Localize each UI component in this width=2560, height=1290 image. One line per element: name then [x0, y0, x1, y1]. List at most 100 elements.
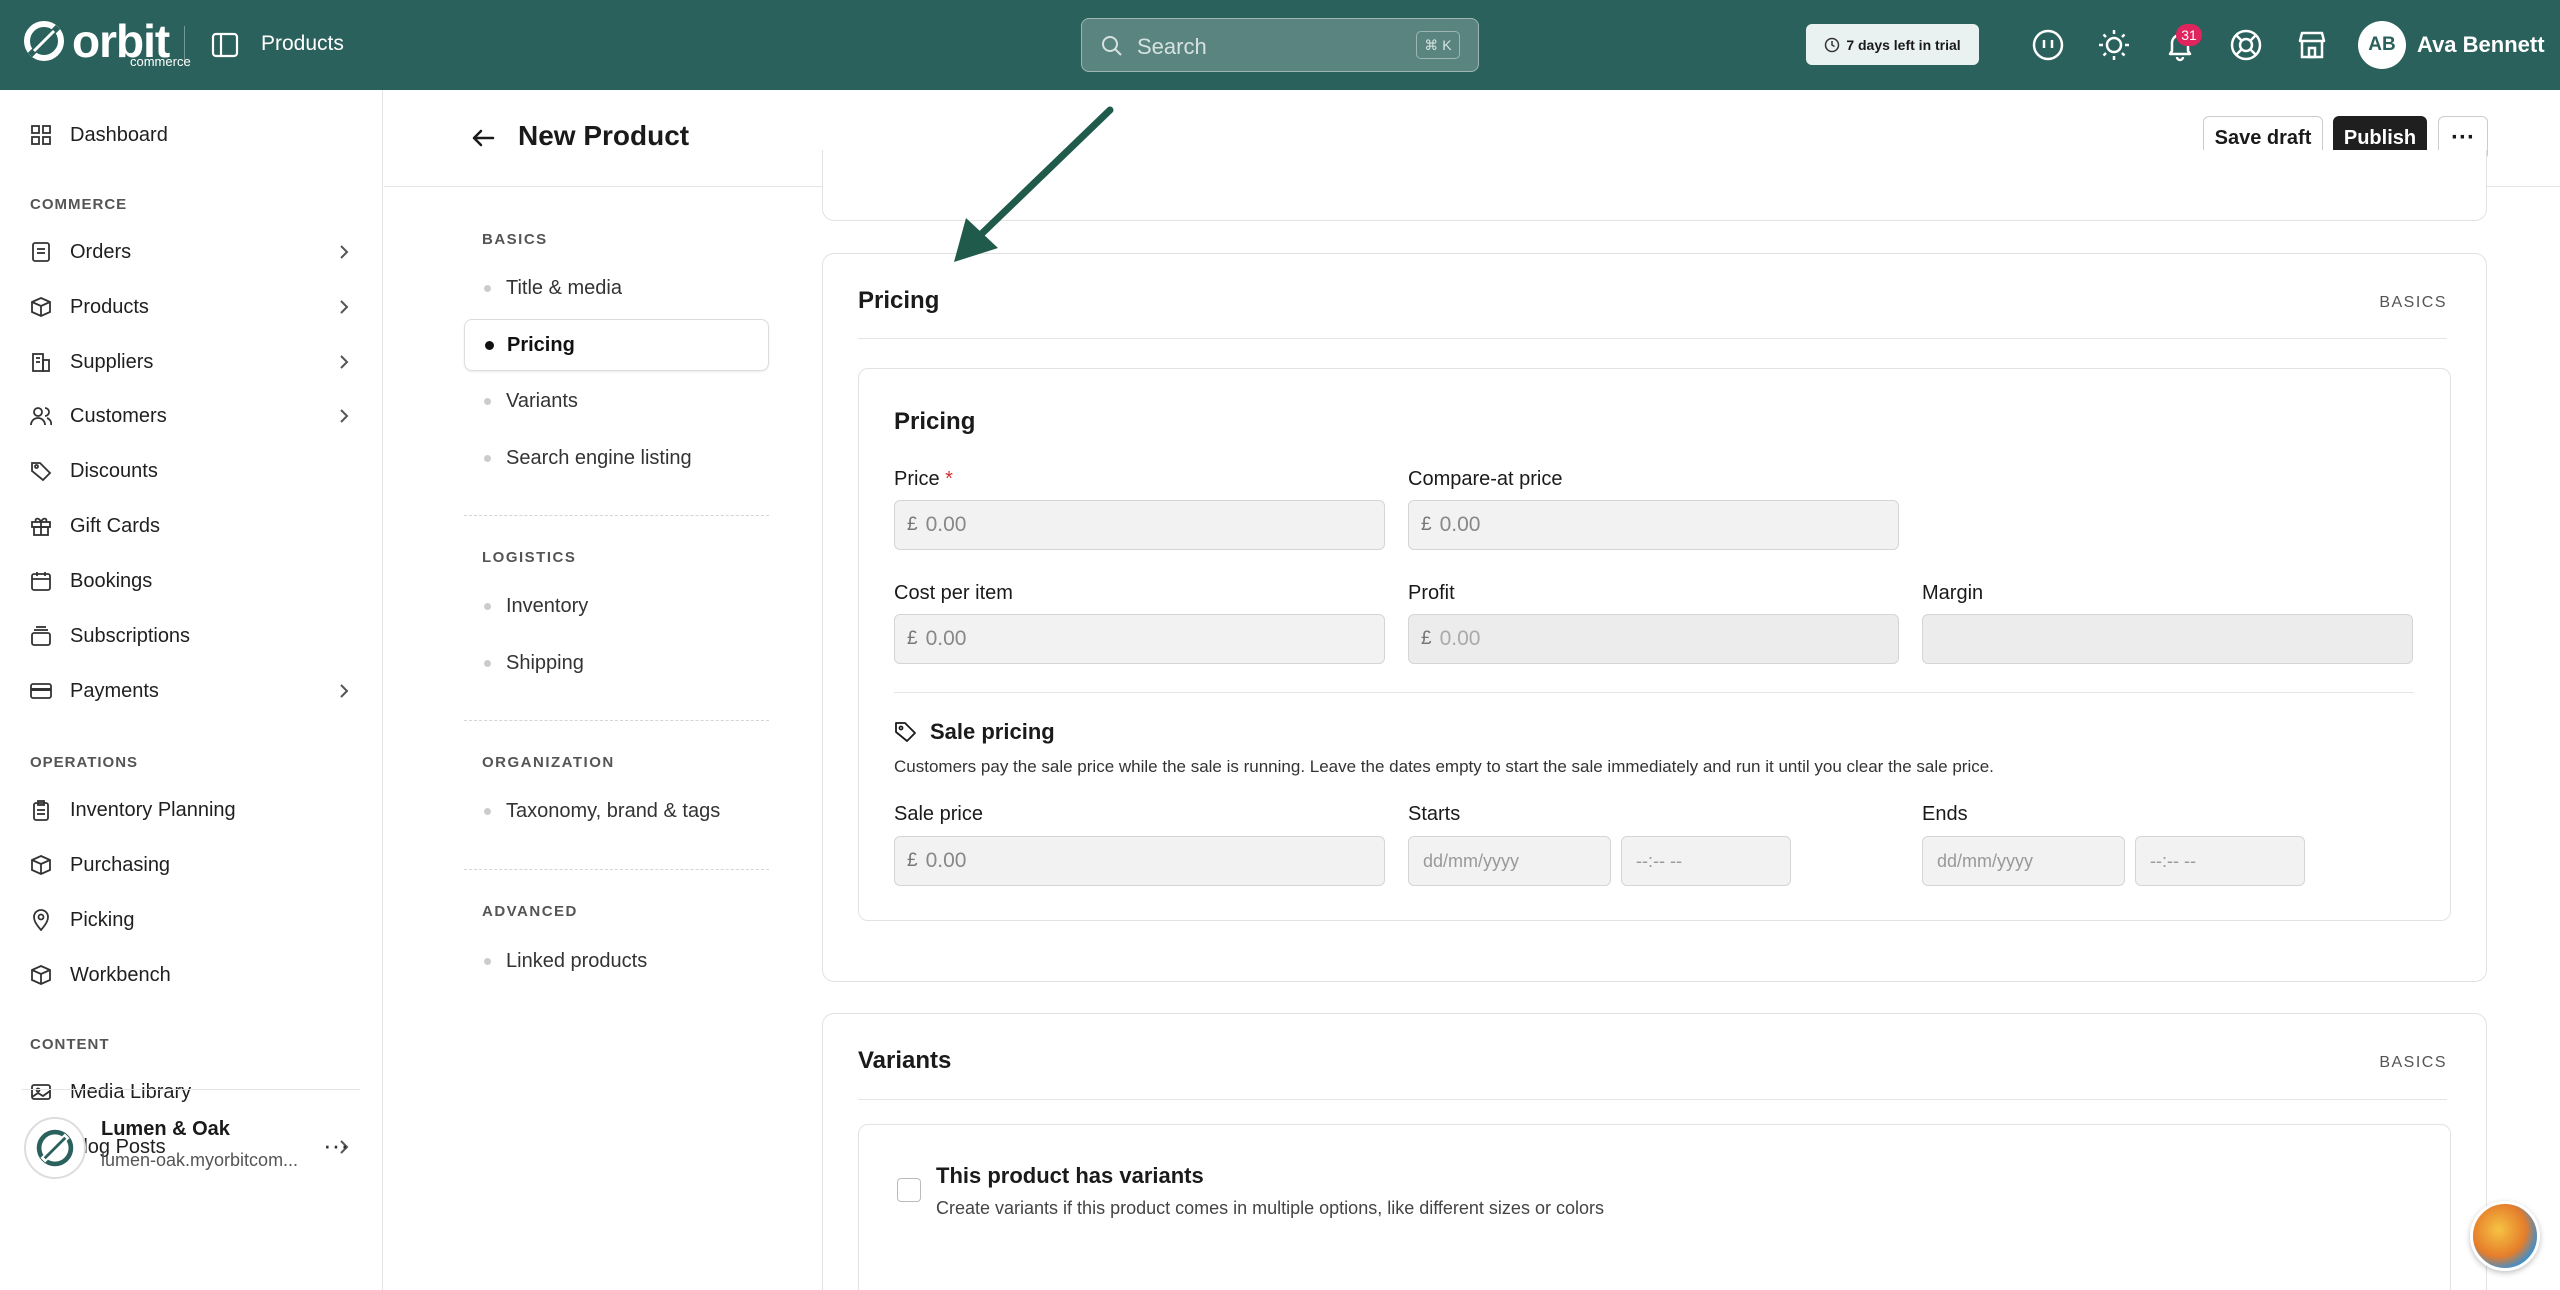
sidebar-item-label: Orders	[70, 240, 132, 263]
floating-assistant-button[interactable]	[2470, 1201, 2540, 1271]
sidebar-item-dashboard[interactable]: Dashboard	[30, 115, 360, 155]
profit-readonly-field: £0.00	[1408, 614, 1899, 664]
sidebar-item-gift-cards[interactable]: Gift Cards	[30, 506, 360, 546]
subnav-item-label: Taxonomy, brand & tags	[506, 799, 721, 822]
subnav-item-taxonomy[interactable]: Taxonomy, brand & tags	[464, 785, 769, 837]
theme-sun-icon[interactable]	[2096, 27, 2132, 63]
sidebar-item-label: Payments	[70, 679, 159, 702]
sidebar-item-customers[interactable]: Customers	[30, 396, 360, 436]
topbar-divider	[184, 26, 185, 64]
subnav-item-label: Linked products	[506, 949, 648, 972]
pricing-card-title: Pricing	[858, 287, 940, 314]
profit-placeholder: 0.00	[1439, 627, 1481, 650]
subnav-item-pricing[interactable]: Pricing	[464, 319, 769, 371]
suppliers-building-icon	[32, 353, 50, 372]
subnav-divider	[464, 720, 769, 721]
subnav-item-linked-products[interactable]: Linked products	[464, 935, 769, 987]
subnav-section-advanced: ADVANCED	[482, 903, 578, 920]
help-lifebuoy-icon[interactable]	[2228, 27, 2264, 63]
has-variants-description: Create variants if this product comes in…	[936, 1198, 1604, 1218]
store-url: lumen-oak.myorbitcom...	[101, 1150, 299, 1170]
sale-start-date-input[interactable]: dd/mm/yyyy	[1408, 836, 1611, 886]
sidebar-toggle-icon[interactable]	[210, 30, 240, 60]
sidebar-item-suppliers[interactable]: Suppliers	[30, 342, 360, 382]
products-box-icon	[31, 297, 51, 317]
profit-label: Profit	[1408, 582, 1455, 604]
sidebar-item-purchasing[interactable]: Purchasing	[30, 845, 360, 885]
sidebar-item-discounts[interactable]: Discounts	[30, 451, 360, 491]
sidebar-item-bookings[interactable]: Bookings	[30, 561, 360, 601]
subnav-item-shipping[interactable]: Shipping	[464, 637, 769, 689]
subnav-item-title-media[interactable]: Title & media	[464, 262, 769, 314]
cost-per-item-label: Cost per item	[894, 582, 1013, 604]
price-label: Price *	[894, 468, 953, 491]
chevron-right-icon	[340, 684, 349, 698]
sidebar-item-label: Workbench	[70, 963, 171, 986]
image-icon	[31, 1084, 51, 1100]
sidebar-item-label: Picking	[70, 908, 135, 931]
subnav-item-variants[interactable]: Variants	[464, 375, 769, 427]
search-input[interactable]: Search ⌘ K	[1081, 18, 1479, 72]
clipboard-icon	[33, 800, 49, 821]
sidebar-item-media-library[interactable]: Media Library	[30, 1072, 360, 1112]
sidebar-item-label: Customers	[70, 404, 167, 427]
sale-end-date-input[interactable]: dd/mm/yyyy	[1922, 836, 2125, 886]
user-name[interactable]: Ava Bennett	[2417, 32, 2545, 58]
workbench-box-icon	[31, 965, 51, 985]
compare-at-price-input[interactable]: £0.00	[1408, 500, 1899, 550]
store-logo[interactable]	[24, 1117, 86, 1179]
sidebar-item-orders[interactable]: Orders	[30, 232, 360, 272]
trial-badge[interactable]: 7 days left in trial	[1806, 24, 1979, 65]
subnav-dot	[484, 958, 491, 965]
search-icon	[1102, 36, 1122, 56]
gift-icon	[31, 517, 51, 536]
date-placeholder: dd/mm/yyyy	[1937, 850, 2034, 871]
top-bar: orbit commerce Products Search ⌘ K 7 day…	[0, 0, 2560, 90]
time-placeholder: --:-- --	[1636, 850, 1682, 871]
sidebar-item-picking[interactable]: Picking	[30, 900, 360, 940]
store-menu-button[interactable]: ···	[323, 1130, 349, 1161]
user-avatar[interactable]: AB	[2358, 21, 2406, 69]
chevron-right-icon	[340, 409, 349, 423]
notification-count-badge: 31	[2176, 24, 2202, 46]
storefront-icon[interactable]	[2294, 27, 2330, 63]
has-variants-checkbox[interactable]	[897, 1178, 921, 1202]
store-name[interactable]: Lumen & Oak	[101, 1118, 230, 1141]
sale-end-time-input[interactable]: --:-- --	[2135, 836, 2305, 886]
sale-price-label: Sale price	[894, 803, 983, 825]
sale-tag-icon	[895, 722, 916, 742]
page-title: New Product	[518, 120, 690, 151]
sidebar-item-inventory-planning[interactable]: Inventory Planning	[30, 790, 360, 830]
assistant-icon[interactable]	[2030, 27, 2066, 63]
sale-price-input[interactable]: £0.00	[894, 836, 1385, 886]
subnav-section-organization: ORGANIZATION	[482, 754, 615, 771]
search-placeholder: Search	[1137, 34, 1207, 59]
price-input[interactable]: £0.00	[894, 500, 1385, 550]
has-variants-label[interactable]: This product has variants	[936, 1163, 1204, 1189]
price-label-text: Price	[894, 468, 940, 490]
card-divider	[858, 338, 2447, 339]
sidebar: Dashboard COMMERCE Orders Products Suppl…	[0, 90, 383, 1290]
subnav-item-search-engine-listing[interactable]: Search engine listing	[464, 432, 769, 484]
sidebar-item-payments[interactable]: Payments	[30, 671, 360, 711]
breadcrumb[interactable]: Products	[261, 32, 344, 56]
subnav-dot	[484, 285, 491, 292]
credit-card-icon	[30, 683, 52, 699]
sidebar-section-commerce: COMMERCE	[30, 196, 128, 213]
sale-start-time-input[interactable]: --:-- --	[1621, 836, 1791, 886]
sidebar-item-workbench[interactable]: Workbench	[30, 955, 360, 995]
sidebar-item-products[interactable]: Products	[30, 287, 360, 327]
back-arrow-icon[interactable]	[469, 124, 497, 152]
dashboard-icon	[31, 125, 51, 145]
orbit-logo-icon	[24, 21, 64, 61]
subnav-dot-active	[485, 341, 494, 350]
sidebar-item-subscriptions[interactable]: Subscriptions	[30, 616, 360, 656]
search-shortcut: ⌘ K	[1416, 31, 1460, 59]
subnav-dot	[484, 455, 491, 462]
clock-icon	[1825, 37, 1840, 52]
compare-placeholder: 0.00	[1439, 513, 1481, 536]
trial-label: 7 days left in trial	[1846, 36, 1961, 53]
subnav-item-label: Pricing	[507, 333, 575, 356]
cost-per-item-input[interactable]: £0.00	[894, 614, 1385, 664]
subnav-item-inventory[interactable]: Inventory	[464, 580, 769, 632]
